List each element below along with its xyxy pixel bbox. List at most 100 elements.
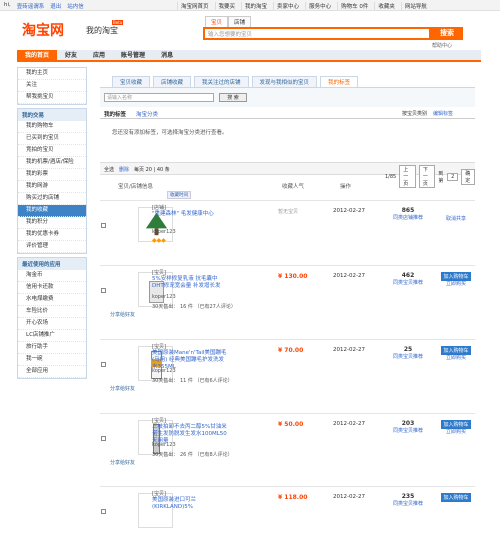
row-recommend[interactable]: 同类宝贝推荐 [380, 427, 436, 434]
app-item[interactable]: 我一碗 [18, 354, 86, 366]
sidebar-item-lottery[interactable]: 我的彩票 [18, 169, 86, 181]
row-seller[interactable]: koper123 [152, 294, 176, 300]
top-link-sitenav[interactable]: 网站导航 [400, 2, 430, 10]
nav-messages[interactable]: 消息 [153, 50, 181, 60]
app-item[interactable]: 开心农场 [18, 318, 86, 330]
row-title[interactable]: "重建森林" 毛发健康中心 [152, 211, 227, 218]
list-right-tools: 按宝贝类别 编辑标签 [402, 110, 453, 117]
buy-now-link[interactable]: 立即购买 [441, 354, 471, 361]
sidebar-item-pick[interactable]: 帮我挑宝贝 [18, 92, 86, 104]
app-item[interactable]: 水电煤缴费 [18, 294, 86, 306]
sidebar-item-cart[interactable]: 我的购物车 [18, 121, 86, 133]
app-item[interactable]: 旅行助手 [18, 342, 86, 354]
sidebar-item-coupons[interactable]: 我的优惠卡券 [18, 229, 86, 241]
buy-now-link[interactable]: 立即购买 [441, 280, 471, 287]
delete-link[interactable]: 删除 [119, 166, 129, 173]
col-time-tag[interactable]: 收藏时间 [167, 191, 191, 199]
row-date: 2012-02-27 [333, 208, 365, 214]
row-date: 2012-02-27 [333, 421, 365, 427]
tab-shop-favorites[interactable]: 店铺收藏 [153, 76, 192, 87]
share-button[interactable]: 分享给好友 [110, 459, 135, 466]
row-seller[interactable]: koper123 [152, 368, 176, 374]
row-checkbox[interactable] [101, 362, 106, 367]
row-checkbox[interactable] [101, 436, 106, 441]
username-link[interactable]: 壹砖谣谓系 [17, 2, 45, 10]
sort-by-category[interactable]: 按宝贝类别 [402, 110, 427, 117]
row-recommend[interactable]: 同类宝贝推荐 [380, 279, 436, 286]
help-center-link[interactable]: 帮助中心 [432, 42, 452, 49]
sidebar-item-points[interactable]: 我的积分 [18, 217, 86, 229]
select-all-checkbox[interactable]: 全选 [104, 166, 114, 173]
per-page[interactable]: 每页 20 | 40 条 [134, 166, 170, 173]
row-checkbox[interactable] [101, 288, 106, 293]
sidebar-item-tickets[interactable]: 我的机票/酒店/保险 [18, 157, 86, 169]
top-link-cart[interactable]: 购物车 0件 [337, 2, 371, 10]
sidebar-box-profile: 我的主页 关注 帮我挑宝贝 [17, 67, 87, 105]
tab-my-tags[interactable]: 我的标签 [320, 76, 359, 87]
tab-followed-shops[interactable]: 我关注过的店铺 [194, 76, 249, 87]
messages-link[interactable]: 站内信 [67, 2, 84, 10]
row-sales: 30天售出： 16 件 （已有27人评论） [152, 304, 236, 310]
sidebar-item-games[interactable]: 我的网游 [18, 181, 86, 193]
row-unshare[interactable]: 取消共享 [441, 215, 471, 222]
tab-item-favorites[interactable]: 宝贝收藏 [112, 76, 151, 87]
search-input[interactable]: 输入您想要的宝贝 [203, 27, 431, 40]
search-button[interactable]: 搜索 [431, 27, 463, 40]
row-recommend[interactable]: 同类宝贝推荐 [380, 353, 436, 360]
nav-friends[interactable]: 好友 [57, 50, 85, 60]
edit-tags-link[interactable]: 编辑标签 [433, 110, 453, 117]
row-seller[interactable]: koper123 [152, 442, 176, 448]
share-button[interactable]: 分享给好友 [110, 311, 135, 318]
row-checkbox[interactable] [101, 223, 106, 228]
app-item[interactable]: 淘金币 [18, 270, 86, 282]
col-info: 宝贝/店铺信息 [118, 184, 153, 190]
filter-input[interactable]: 请输入名称 [104, 93, 214, 102]
sidebar-box-trade: 我的交易 我的购物车 已买到的宝贝 竞拍的宝贝 我的机票/酒店/保险 我的彩票 … [17, 108, 87, 254]
row-title[interactable]: 5%安样修复乳液 抗毛囊中DHT修宠宽会量 补发增长发 [152, 276, 227, 290]
add-to-cart-button[interactable]: 加入购物车 [441, 493, 471, 502]
share-button[interactable]: 分享给好友 [110, 385, 135, 392]
app-item[interactable]: 信用卡还款 [18, 282, 86, 294]
all-apps-link[interactable]: 全部应用 [18, 366, 86, 378]
row-price: ¥ 118.00 [278, 494, 308, 501]
top-link-buy[interactable]: 我要买 [214, 2, 239, 10]
row-type: [店铺] [152, 205, 166, 211]
top-link-favorites[interactable]: 收藏夹 [374, 2, 398, 10]
sidebar-item-homepage[interactable]: 我的主页 [18, 68, 86, 80]
logout-link[interactable]: 退出 [50, 2, 61, 10]
sidebar-item-favorites[interactable]: 我的收藏 [18, 205, 86, 217]
top-link-seller[interactable]: 卖家中心 [273, 2, 302, 10]
app-item[interactable]: LC店铺推广 [18, 330, 86, 342]
row-count: 462 [401, 272, 415, 279]
top-bar: hi, 壹砖谣谓系 退出 站内信 淘宝网首页 我要买 我的淘宝 卖家中心 服务中… [0, 0, 500, 11]
top-link-service[interactable]: 服务中心 [305, 2, 334, 10]
filter-button[interactable]: 搜 索 [219, 93, 247, 102]
list-tab-mytags[interactable]: 我的标签 [104, 110, 126, 118]
search-tab-item[interactable]: 宝贝 [205, 16, 229, 27]
sidebar-trade-title[interactable]: 我的交易 [18, 109, 86, 121]
search-tab-shop[interactable]: 店铺 [228, 16, 252, 27]
sidebar-item-follow[interactable]: 关注 [18, 80, 86, 92]
sidebar-item-shops[interactable]: 购买过的店铺 [18, 193, 86, 205]
sidebar-item-bought[interactable]: 已买到的宝贝 [18, 133, 86, 145]
nav-home[interactable]: 我的首页 [17, 50, 58, 60]
top-link-home[interactable]: 淘宝网首页 [177, 2, 212, 10]
nav-apps[interactable]: 应用 [85, 50, 113, 60]
top-link-mytaobao[interactable]: 我的淘宝 [241, 2, 270, 10]
buy-now-link[interactable]: 立即购买 [441, 428, 471, 435]
row-seller[interactable]: koper123 [152, 229, 176, 235]
sidebar-apps-title: 最近使用的应用 [18, 258, 86, 270]
row-checkbox[interactable] [101, 509, 106, 514]
row-recommend[interactable]: 同类店铺推荐 [380, 214, 436, 221]
list-tabs: 我的标签 淘宝分类 [104, 110, 158, 118]
sidebar-item-auction[interactable]: 竞拍的宝贝 [18, 145, 86, 157]
list-tab-category[interactable]: 淘宝分类 [136, 110, 158, 118]
empty-tip: 您还没有添加标签，可选择淘宝分类进行查看。 [112, 130, 228, 136]
table-header: 宝贝/店铺信息 收藏人气 操作 [100, 180, 475, 190]
sidebar-item-reviews[interactable]: 评价管理 [18, 241, 86, 253]
row-recommend[interactable]: 同类宝贝推荐 [380, 500, 436, 507]
tab-similar[interactable]: 发现与我相似的宝贝 [251, 76, 318, 87]
app-item[interactable]: 车险比价 [18, 306, 86, 318]
taobao-logo[interactable]: 淘宝网 [22, 20, 64, 40]
nav-account[interactable]: 账号管理 [113, 50, 153, 60]
